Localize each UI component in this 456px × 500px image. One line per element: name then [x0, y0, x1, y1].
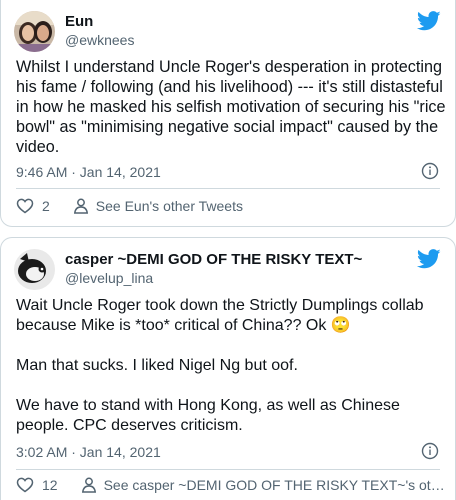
author-name[interactable]: Eun: [65, 13, 93, 30]
tweet-card: Eun @ewknees Whilst I understand Uncle R…: [0, 0, 456, 227]
person-icon[interactable]: [72, 197, 90, 215]
see-other-tweets-link[interactable]: See Eun's other Tweets: [96, 198, 243, 214]
tweet-text: Wait Uncle Roger took down the Strictly …: [16, 296, 446, 436]
divider: [16, 188, 440, 189]
like-count[interactable]: 2: [42, 198, 50, 214]
tweet-paragraph: We have to stand with Hong Kong, as well…: [16, 397, 400, 434]
heart-icon[interactable]: [16, 476, 34, 494]
tweet-actions: 12 See casper ~DEMI GOD OF THE RISKY TEX…: [16, 475, 445, 495]
tweet-timestamp[interactable]: 3:02 AM · Jan 14, 2021: [16, 444, 161, 460]
tweet-card: casper ~DEMI GOD OF THE RISKY TEXT~ @lev…: [0, 237, 456, 500]
author-handle[interactable]: @levelup_lina: [65, 270, 153, 286]
twitter-bird-icon[interactable]: [417, 11, 441, 31]
like-count[interactable]: 12: [42, 477, 58, 493]
see-other-tweets-link[interactable]: See casper ~DEMI GOD OF THE RISKY TEXT~'…: [104, 477, 445, 493]
twitter-bird-icon[interactable]: [417, 249, 441, 269]
tweet-paragraph: Man that sucks. I liked Nigel Ng but oof…: [16, 357, 298, 374]
avatar[interactable]: [14, 249, 55, 290]
divider: [16, 469, 440, 470]
info-icon[interactable]: [421, 442, 439, 460]
tweet-timestamp[interactable]: 9:46 AM · Jan 14, 2021: [16, 164, 161, 180]
heart-icon[interactable]: [16, 197, 34, 215]
tweet-actions: 2 See Eun's other Tweets: [16, 196, 445, 216]
tweet-text: Whilst I understand Uncle Roger's desper…: [16, 58, 446, 156]
info-icon[interactable]: [421, 162, 439, 180]
avatar[interactable]: [14, 11, 55, 52]
tweet-paragraph: Wait Uncle Roger took down the Strictly …: [16, 297, 424, 334]
author-handle[interactable]: @ewknees: [65, 32, 134, 48]
author-name[interactable]: casper ~DEMI GOD OF THE RISKY TEXT~: [65, 251, 362, 268]
person-icon[interactable]: [80, 476, 98, 494]
